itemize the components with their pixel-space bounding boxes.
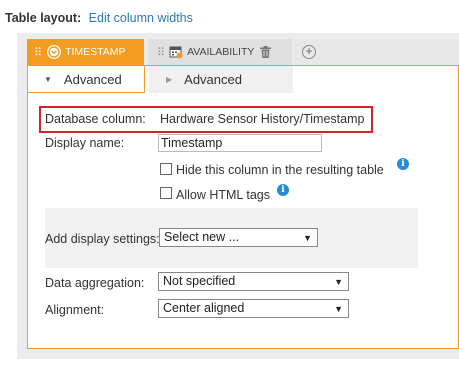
hide-column-checkbox[interactable] bbox=[160, 163, 172, 175]
trash-icon[interactable] bbox=[260, 46, 272, 58]
calendar-icon bbox=[169, 45, 183, 59]
data-aggregation-label: Data aggregation: bbox=[45, 276, 145, 290]
alignment-select[interactable]: Center aligned ▼ bbox=[158, 299, 349, 318]
display-settings-select[interactable]: Select new ... ▼ bbox=[159, 228, 318, 247]
database-column-value: Hardware Sensor History/Timestamp bbox=[160, 112, 365, 126]
table-layout-header: Table layout: Edit column widths bbox=[5, 11, 193, 25]
drag-handle-icon[interactable]: ⠿ bbox=[157, 46, 165, 59]
alignment-label: Alignment: bbox=[45, 303, 105, 317]
info-icon[interactable]: i bbox=[397, 158, 409, 170]
plus-circle-icon[interactable]: + bbox=[302, 45, 316, 59]
table-layout-label: Table layout: bbox=[5, 11, 82, 25]
add-column-tab: + bbox=[295, 39, 459, 65]
drag-handle-icon[interactable]: ⠿ bbox=[34, 46, 42, 59]
hide-column-label: Hide this column in the resulting table bbox=[176, 163, 384, 177]
display-name-input[interactable] bbox=[158, 134, 322, 152]
allow-html-checkbox[interactable] bbox=[160, 187, 172, 199]
tab-timestamp-label: TIMESTAMP bbox=[65, 46, 126, 58]
data-aggregation-select[interactable]: Not specified ▼ bbox=[158, 272, 349, 291]
data-aggregation-value: Not specified bbox=[163, 274, 236, 288]
tab-timestamp[interactable]: ⠿ TIMESTAMP bbox=[27, 39, 144, 65]
display-name-label: Display name: bbox=[45, 136, 125, 150]
advanced-label: Advanced bbox=[184, 72, 242, 87]
chevron-down-icon: ▼ bbox=[334, 304, 343, 314]
advanced-toggle-timestamp[interactable]: ▼ Advanced bbox=[28, 66, 145, 93]
column-tab-bar: ⠿ TIMESTAMP ⠿ AVAILABILITY + bbox=[27, 39, 459, 65]
advanced-toggle-availability[interactable]: ▶ Advanced bbox=[149, 66, 293, 93]
display-settings-label: Add display settings: bbox=[45, 232, 160, 246]
triangle-right-icon: ▶ bbox=[166, 75, 173, 84]
advanced-label: Advanced bbox=[63, 71, 122, 87]
info-icon[interactable]: i bbox=[277, 184, 289, 196]
alignment-value: Center aligned bbox=[163, 301, 245, 315]
allow-html-label: Allow HTML tags bbox=[176, 188, 271, 202]
tab-availability[interactable]: ⠿ AVAILABILITY bbox=[148, 39, 292, 65]
database-column-label: Database column: bbox=[45, 112, 146, 126]
display-settings-value: Select new ... bbox=[164, 230, 240, 244]
edit-column-widths-link[interactable]: Edit column widths bbox=[89, 11, 193, 25]
triangle-down-icon: ▼ bbox=[44, 74, 52, 84]
tab-availability-label: AVAILABILITY bbox=[187, 46, 255, 58]
chevron-down-icon: ▼ bbox=[334, 277, 343, 287]
clock-icon bbox=[47, 45, 62, 59]
chevron-down-icon: ▼ bbox=[303, 233, 312, 243]
